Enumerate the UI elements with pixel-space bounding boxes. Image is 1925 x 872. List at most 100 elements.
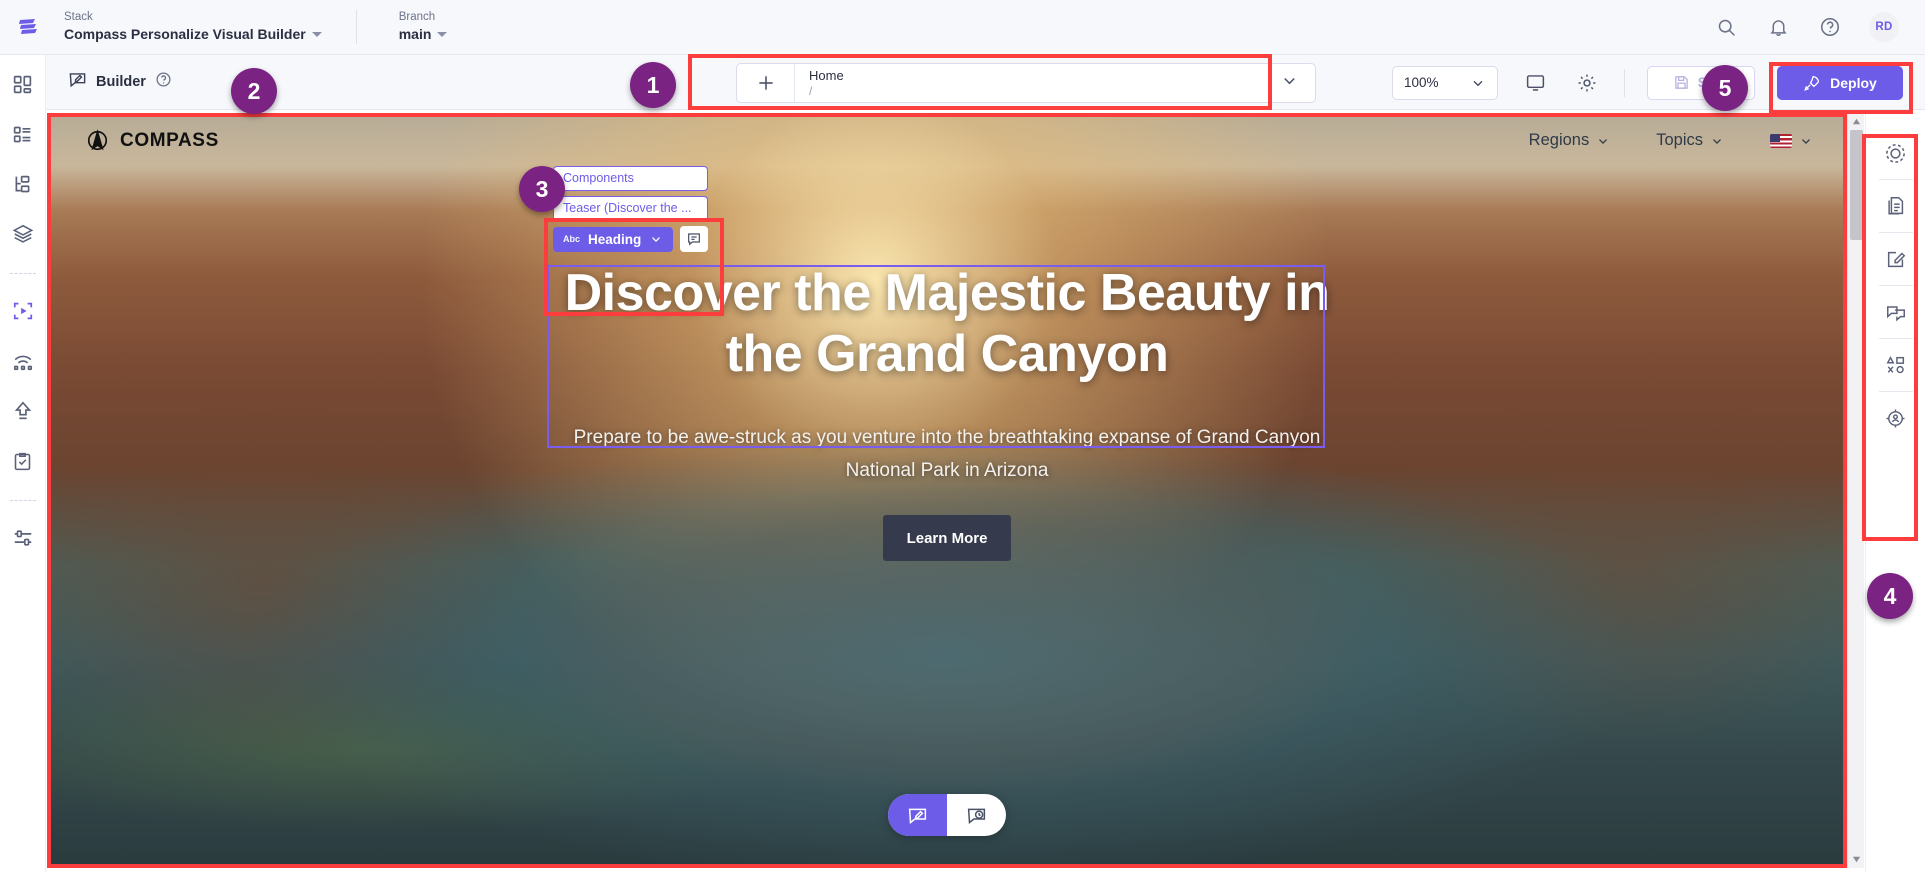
chevron-down-icon [437, 32, 448, 37]
branch-selector[interactable]: Branch main [391, 10, 448, 44]
learn-more-button[interactable]: Learn More [883, 515, 1011, 561]
heading-chip-row: Abc Heading [553, 226, 709, 252]
right-rail-divider-3 [1878, 285, 1913, 286]
chevron-down-icon [652, 237, 661, 242]
builder-preview-mode-icon [967, 808, 986, 824]
builder-canvas[interactable]: COMPASS Regions Topics Discover the Maje… [47, 113, 1847, 868]
rail-edit-icon[interactable] [1879, 242, 1913, 276]
site-brand-label: COMPASS [120, 129, 219, 151]
page-selector-text: Home / [795, 68, 844, 99]
gear-icon[interactable] [1572, 68, 1602, 98]
rail-variants-icon[interactable] [1879, 348, 1913, 382]
page-selector[interactable]: Home / [736, 63, 1316, 103]
heading-chip-label: Heading [588, 231, 642, 247]
locale-selector[interactable] [1770, 133, 1813, 148]
page-path: / [809, 83, 813, 98]
sidebar-assets-icon[interactable] [8, 219, 38, 249]
rail-divider-2 [9, 500, 36, 501]
components-chip[interactable]: Components [553, 166, 709, 191]
toolbar-divider [1624, 68, 1625, 97]
builder-toolbar: Builder Home / 100% Deploy [46, 55, 1925, 110]
rail-personalize-icon[interactable] [1879, 136, 1913, 170]
comment-icon[interactable] [680, 226, 709, 252]
branch-label: Branch [398, 11, 436, 23]
scroll-down-arrow-icon[interactable] [1848, 851, 1865, 868]
sidebar-dashboard-icon[interactable] [8, 69, 38, 99]
us-flag-icon [1770, 133, 1792, 148]
monitor-icon[interactable] [1520, 68, 1550, 98]
chevron-down-icon[interactable] [1280, 71, 1299, 95]
help-circle-icon[interactable] [155, 71, 172, 93]
component-badge-stack: Components Teaser (Discover the ... Abc … [553, 166, 709, 252]
builder-mode-toggle [888, 794, 1006, 836]
nav-link-regions[interactable]: Regions [1529, 131, 1611, 150]
chevron-down-icon [311, 32, 322, 37]
header-divider [355, 10, 357, 44]
sidebar-visual-builder-icon[interactable] [8, 296, 38, 326]
contentstack-logo-icon[interactable] [0, 14, 56, 40]
hero-content: Discover the Majestic Beauty in the Gran… [47, 263, 1847, 561]
toolbar-right-actions: 100% Save [1392, 55, 1903, 110]
zoom-value: 100% [1404, 75, 1439, 90]
rail-comments-icon[interactable] [1879, 295, 1913, 329]
annotation-number-3: 3 [519, 166, 565, 212]
stack-label: Stack [64, 11, 93, 23]
rail-audience-icon[interactable] [1879, 401, 1913, 435]
branch-value: main [399, 25, 448, 44]
canvas-scrollbar-thumb[interactable] [1850, 130, 1863, 240]
edit-mode-button[interactable] [888, 794, 947, 836]
zoom-selector[interactable]: 100% [1392, 65, 1498, 100]
hero-heading[interactable]: Discover the Majestic Beauty in the Gran… [557, 263, 1337, 385]
sidebar-content-types-icon[interactable] [8, 119, 38, 149]
nav-link-regions-label: Regions [1528, 131, 1590, 149]
visual-builder-app: Stack Compass Personalize Visual Builder… [0, 0, 1925, 872]
stack-value: Compass Personalize Visual Builder [64, 25, 322, 44]
sidebar-tasks-icon[interactable] [8, 446, 38, 476]
scroll-up-arrow-icon[interactable] [1848, 113, 1865, 130]
sidebar-taxonomy-icon[interactable] [8, 169, 38, 199]
nav-link-topics-label: Topics [1656, 131, 1703, 149]
help-circle-icon[interactable] [1817, 14, 1843, 40]
annotation-number-2: 2 [231, 68, 277, 114]
stack-selector[interactable]: Stack Compass Personalize Visual Builder [56, 10, 322, 44]
right-sidebar [1865, 113, 1925, 872]
annotation-number-1: 1 [630, 62, 676, 108]
annotation-number-4: 4 [1867, 573, 1913, 619]
right-rail-divider-4 [1878, 338, 1913, 339]
nav-link-topics[interactable]: Topics [1656, 131, 1724, 150]
right-rail-divider-5 [1878, 391, 1913, 392]
compass-logo-icon[interactable]: COMPASS [85, 128, 219, 153]
stack-name: Compass Personalize Visual Builder [64, 26, 306, 42]
chevron-down-icon [1713, 138, 1721, 144]
preview-mode-button[interactable] [947, 794, 1006, 836]
canvas-scrollbar[interactable] [1847, 113, 1864, 868]
sidebar-releases-icon[interactable] [8, 396, 38, 426]
right-rail-divider-1 [1878, 179, 1913, 180]
sidebar-settings-sliders-icon[interactable] [8, 523, 38, 553]
rail-content-icon[interactable] [1879, 189, 1913, 223]
page-title: Builder [96, 74, 146, 90]
search-icon[interactable] [1713, 14, 1739, 40]
abc-icon: Abc [563, 234, 581, 244]
rocket-icon [1804, 75, 1820, 91]
top-header: Stack Compass Personalize Visual Builder… [0, 0, 1925, 55]
teaser-chip[interactable]: Teaser (Discover the ... [553, 196, 709, 221]
chevron-down-icon [1473, 80, 1483, 86]
builder-title-group: Builder [68, 70, 172, 94]
builder-edit-mode-icon [908, 808, 927, 824]
plus-icon[interactable] [737, 64, 795, 102]
sidebar-live-preview-icon[interactable] [8, 346, 38, 376]
deploy-button-label: Deploy [1830, 74, 1877, 91]
deploy-button[interactable]: Deploy [1777, 65, 1903, 100]
site-navigation: COMPASS Regions Topics [47, 113, 1847, 168]
right-rail-divider-2 [1878, 232, 1913, 233]
branch-name: main [398, 26, 432, 42]
floppy-disk-icon [1674, 76, 1688, 89]
hero-subtitle[interactable]: Prepare to be awe-struck as you venture … [567, 421, 1327, 487]
avatar[interactable]: RD [1869, 12, 1899, 42]
notification-bell-icon[interactable] [1765, 14, 1791, 40]
chevron-down-icon [1599, 138, 1608, 144]
page-name: Home [809, 67, 844, 83]
heading-chip[interactable]: Abc Heading [553, 226, 674, 252]
annotation-number-5: 5 [1702, 65, 1748, 111]
